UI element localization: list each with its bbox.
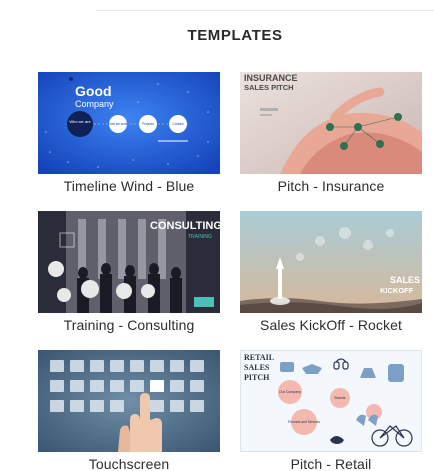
template-label[interactable]: Pitch - Insurance (240, 178, 422, 194)
thumb-line3: PITCH (244, 373, 270, 382)
svg-text:Products and Services: Products and Services (288, 420, 320, 424)
thumb-title: SALES (390, 275, 420, 285)
svg-text:Our Company: Our Company (279, 390, 301, 394)
template-label[interactable]: Training - Consulting (38, 317, 220, 333)
template-card-training-consulting[interactable]: CONSULTING TRAINING Training - Consultin… (38, 211, 220, 333)
thumb-subtitle: KICKOFF (380, 286, 414, 295)
thumb-title: Good (75, 83, 112, 99)
touchscreen-thumbnail-art (38, 350, 220, 452)
thumb-line2: SALES (244, 363, 270, 372)
template-thumbnail[interactable]: CONSULTING TRAINING (38, 211, 220, 313)
thumb-subtitle: TRAINING (188, 234, 212, 240)
template-thumbnail[interactable]: Good Company Who we are How we work Proj… (38, 72, 220, 174)
svg-text:How we work: How we work (109, 122, 128, 126)
thumb-line1: RETAIL (244, 353, 274, 362)
retail-thumbnail-art: RETAIL SALES PITCH Our Company Products … (240, 350, 422, 452)
svg-text:Contact: Contact (173, 122, 184, 126)
timeline-thumbnail-art: Good Company Who we are How we work Proj… (38, 72, 220, 174)
thumb-title: INSURANCE (244, 73, 298, 83)
svg-text:Projects: Projects (142, 122, 154, 126)
svg-text:Who we are: Who we are (69, 119, 91, 124)
thumb-title: CONSULTING (150, 220, 220, 232)
template-thumbnail[interactable] (38, 350, 220, 452)
consulting-thumbnail-art: CONSULTING TRAINING (38, 211, 220, 313)
svg-text:Brands: Brands (334, 396, 345, 400)
template-card-timeline-wind-blue[interactable]: Good Company Who we are How we work Proj… (38, 72, 220, 194)
thumb-subtitle: SALES PITCH (244, 83, 294, 92)
template-label[interactable]: Sales KickOff - Rocket (240, 317, 422, 333)
template-thumbnail[interactable]: RETAIL SALES PITCH Our Company Products … (240, 350, 422, 452)
template-thumbnail[interactable]: INSURANCE SALES PITCH (240, 72, 422, 174)
template-card-pitch-retail[interactable]: RETAIL SALES PITCH Our Company Products … (240, 350, 422, 471)
template-thumbnail[interactable]: SALES KICKOFF (240, 211, 422, 313)
template-label[interactable]: Timeline Wind - Blue (38, 178, 220, 194)
thumb-subtitle: Company (75, 99, 114, 109)
insurance-thumbnail-art: INSURANCE SALES PITCH (240, 72, 422, 174)
template-label[interactable]: Pitch - Retail (240, 456, 422, 471)
template-card-sales-kickoff-rocket[interactable]: SALES KICKOFF Sales KickOff - Rocket (240, 211, 422, 333)
templates-grid: Good Company Who we are How we work Proj… (0, 0, 434, 471)
template-card-touchscreen[interactable]: Touchscreen (38, 350, 220, 471)
template-card-pitch-insurance[interactable]: INSURANCE SALES PITCH Pitch - Insurance (240, 72, 422, 194)
rocket-thumbnail-art: SALES KICKOFF (240, 211, 422, 313)
template-label[interactable]: Touchscreen (38, 456, 220, 471)
